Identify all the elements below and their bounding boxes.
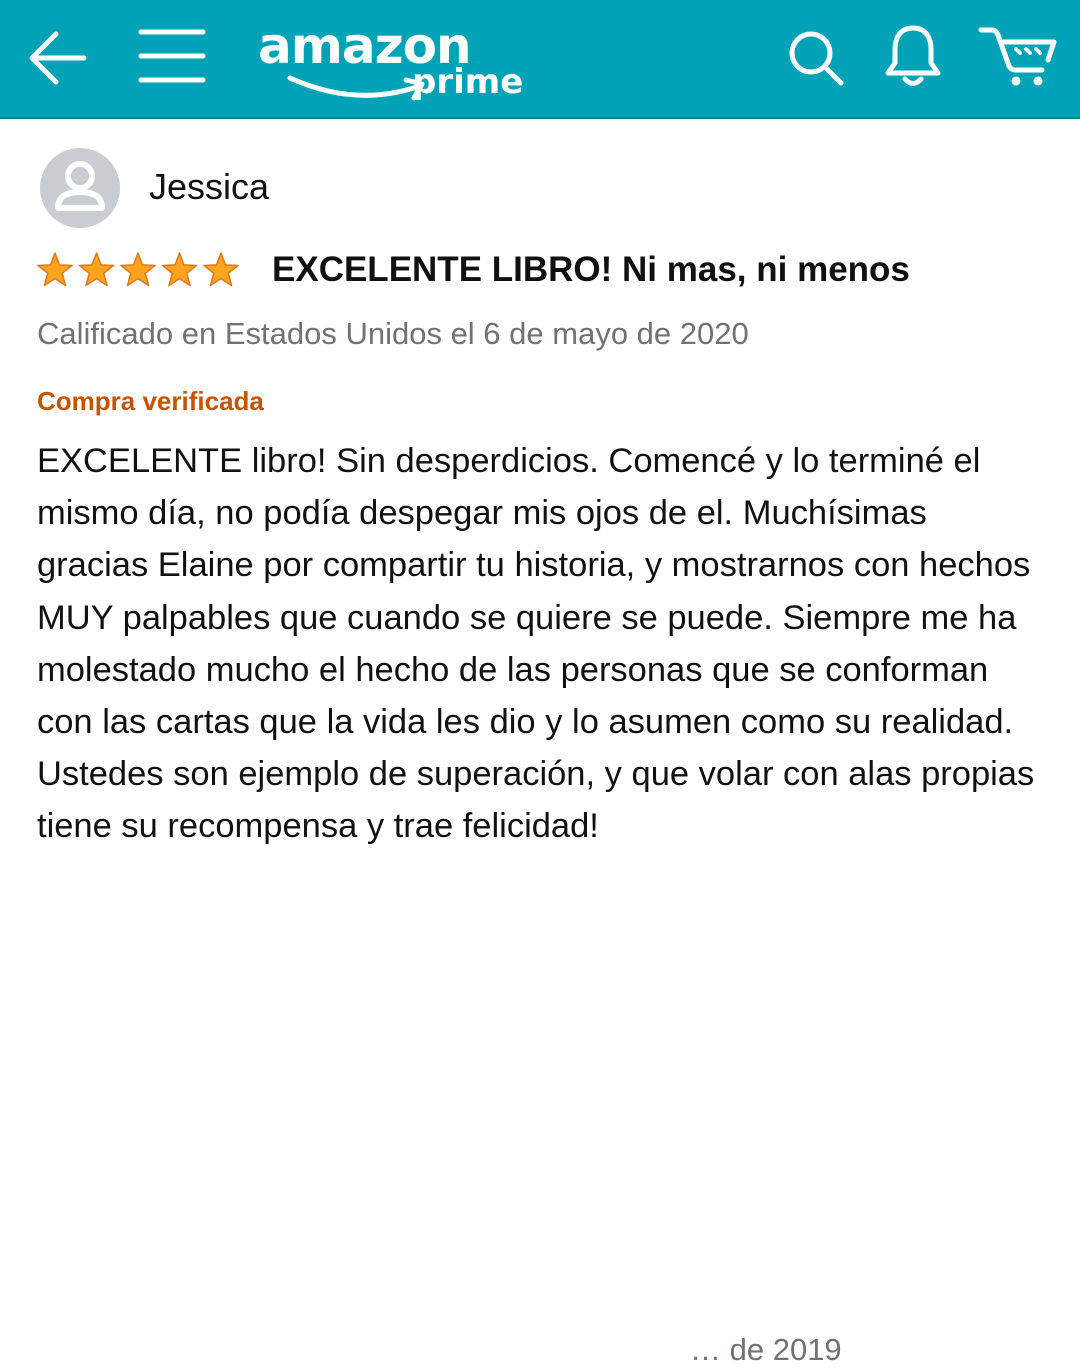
- notifications-button[interactable]: [882, 22, 944, 88]
- reviewer-name[interactable]: Jessica: [149, 166, 269, 208]
- star-rating: [37, 252, 239, 287]
- avatar[interactable]: [40, 148, 120, 228]
- user-silhouette-icon: [55, 161, 105, 211]
- star-icon: [161, 252, 198, 287]
- verified-purchase-badge: Compra verificada: [37, 386, 264, 416]
- review-date: Calificado en Estados Unidos el 6 de may…: [37, 316, 749, 351]
- star-icon: [203, 252, 239, 287]
- cart-icon: [978, 27, 1057, 86]
- star-icon: [78, 252, 115, 287]
- menu-button[interactable]: [138, 24, 206, 88]
- review-body: EXCELENTE libro! Sin desperdicios. Comen…: [37, 442, 1035, 846]
- search-button[interactable]: [786, 28, 846, 88]
- amazon-prime-logo[interactable]: amazon prime: [258, 14, 528, 110]
- star-icon: [120, 252, 156, 287]
- review-title: EXCELENTE LIBRO! Ni mas, ni menos: [272, 250, 910, 289]
- next-review-date-partial: … de 2019: [690, 1332, 842, 1367]
- cart-button[interactable]: [978, 24, 1058, 88]
- bell-icon: [885, 25, 941, 86]
- logo-prime: prime: [412, 62, 524, 102]
- back-arrow-icon: [29, 31, 87, 85]
- smile-arrow-icon: [287, 75, 425, 101]
- search-icon: [789, 31, 844, 86]
- back-button[interactable]: [26, 26, 90, 90]
- hamburger-menu-icon: [138, 29, 206, 83]
- top-navigation-bar: amazon prime: [0, 0, 1080, 117]
- header-divider: [0, 117, 1080, 119]
- star-icon: [37, 252, 73, 287]
